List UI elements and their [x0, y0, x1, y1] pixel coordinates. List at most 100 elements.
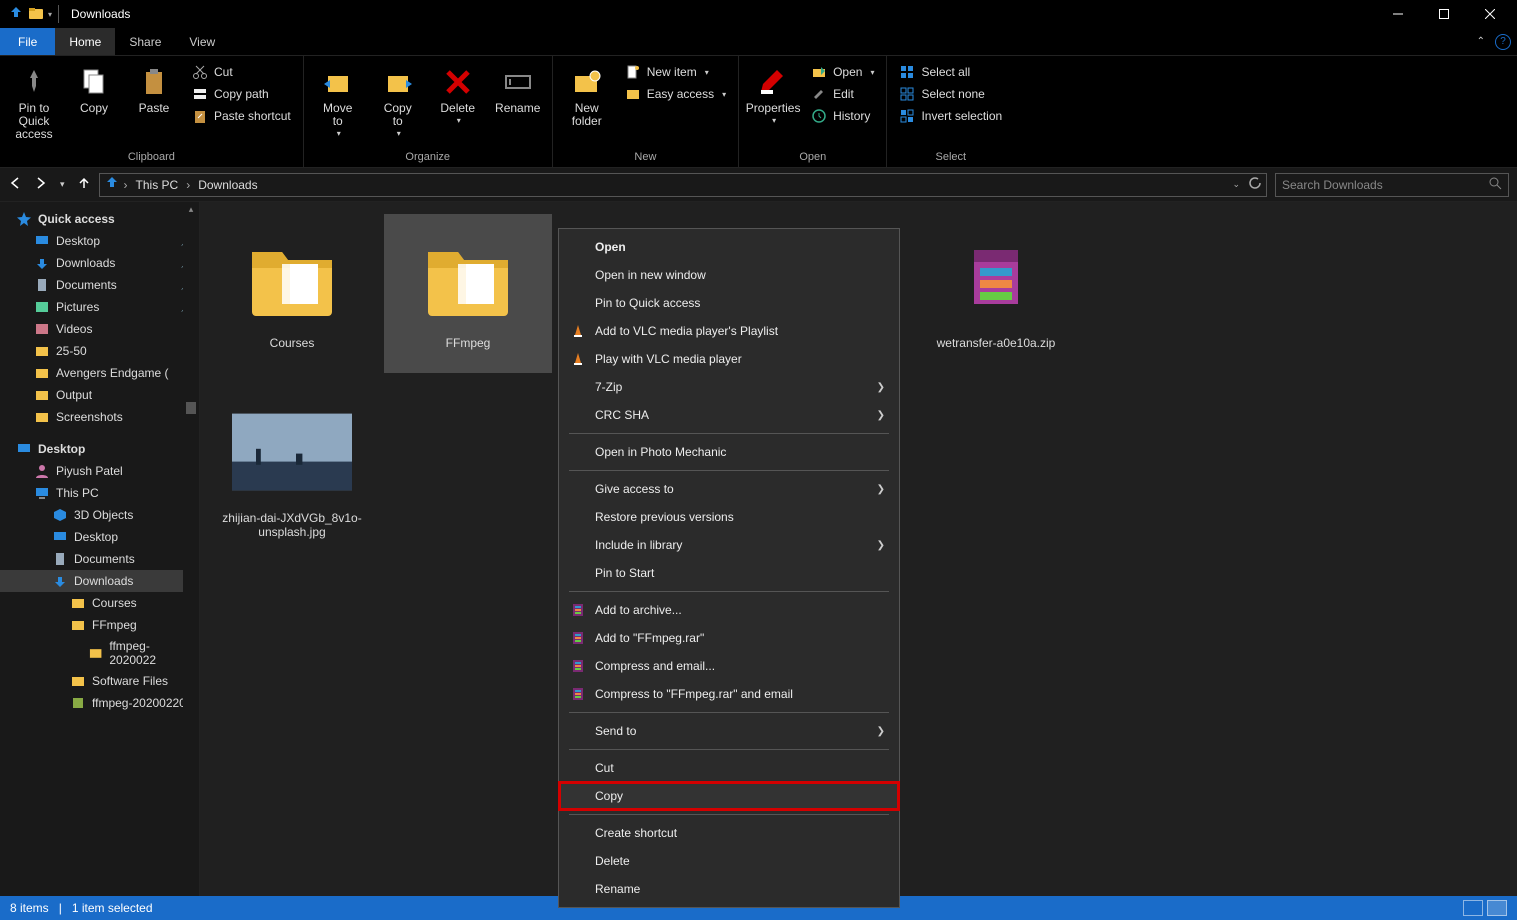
sidebar-desktop3[interactable]: Desktop — [0, 526, 199, 548]
breadcrumb-this-pc[interactable]: This PC — [132, 178, 183, 192]
sidebar-documents[interactable]: Documents📌 — [0, 274, 199, 296]
context-menu-item[interactable]: Rename — [559, 875, 899, 903]
help-icon[interactable]: ? — [1495, 34, 1511, 50]
context-menu-item[interactable]: Include in library❯ — [559, 531, 899, 559]
qat-folder-icon[interactable] — [28, 5, 44, 24]
rename-button[interactable]: Rename — [490, 60, 546, 119]
context-menu-item[interactable]: Add to VLC media player's Playlist — [559, 317, 899, 345]
sidebar-desktop[interactable]: Desktop📌 — [0, 230, 199, 252]
chevron-right-icon[interactable]: › — [124, 178, 128, 192]
sidebar-screenshots[interactable]: Screenshots — [0, 406, 199, 428]
file-item[interactable]: wetransfer-a0e10a.zip — [912, 214, 1080, 373]
context-menu-item[interactable]: Send to❯ — [559, 717, 899, 745]
context-menu-item[interactable]: Pin to Quick access — [559, 289, 899, 317]
copy-to-button[interactable]: Copy to▾ — [370, 60, 426, 143]
context-menu-item[interactable]: Add to "FFmpeg.rar" — [559, 624, 899, 652]
sidebar-software[interactable]: Software Files — [0, 670, 199, 692]
context-menu-item[interactable]: Play with VLC media player — [559, 345, 899, 373]
copy-button[interactable]: Copy — [66, 60, 122, 119]
sidebar-downloads[interactable]: Downloads📌 — [0, 252, 199, 274]
sidebar-ffmpeg-date[interactable]: ffmpeg-2020022 — [0, 636, 199, 670]
address-dropdown-icon[interactable]: ⌄ — [1232, 179, 1240, 190]
close-button[interactable] — [1467, 0, 1513, 28]
context-menu-item[interactable]: Open in new window — [559, 261, 899, 289]
breadcrumb-icon — [104, 175, 120, 194]
scroll-up-icon[interactable]: ▴ — [183, 204, 199, 215]
context-menu-item[interactable]: Copy — [559, 782, 899, 810]
context-menu-item[interactable]: Give access to❯ — [559, 475, 899, 503]
context-menu-item[interactable]: Restore previous versions — [559, 503, 899, 531]
history-button[interactable]: History — [805, 106, 880, 126]
breadcrumb[interactable]: › This PC › Downloads ⌄ — [99, 173, 1267, 197]
context-menu-item[interactable]: Compress and email... — [559, 652, 899, 680]
sidebar-videos[interactable]: Videos — [0, 318, 199, 340]
maximize-button[interactable] — [1421, 0, 1467, 28]
up-button[interactable] — [77, 176, 91, 193]
back-button[interactable] — [8, 176, 22, 193]
sidebar-pictures[interactable]: Pictures📌 — [0, 296, 199, 318]
share-tab[interactable]: Share — [115, 28, 175, 55]
new-folder-button[interactable]: New folder — [559, 60, 615, 132]
recent-locations-button[interactable]: ▾ — [60, 179, 65, 190]
collapse-ribbon-icon[interactable]: ⌃ — [1477, 36, 1485, 47]
edit-button[interactable]: Edit — [805, 84, 880, 104]
sidebar-ffmpeg-cut[interactable]: ffmpeg-20200220 — [0, 692, 199, 714]
open-button[interactable]: Open▾ — [805, 62, 880, 82]
context-menu-item[interactable]: Delete — [559, 847, 899, 875]
file-item[interactable]: FFmpeg — [384, 214, 552, 373]
context-menu-item[interactable]: CRC SHA❯ — [559, 401, 899, 429]
sidebar-scrollbar[interactable]: ▴ — [183, 202, 199, 896]
search-input[interactable]: Search Downloads — [1275, 173, 1509, 197]
sidebar-courses[interactable]: Courses — [0, 592, 199, 614]
sidebar-documents2[interactable]: Documents — [0, 548, 199, 570]
sidebar-3d-objects[interactable]: 3D Objects — [0, 504, 199, 526]
sidebar-downloads2[interactable]: Downloads — [0, 570, 199, 592]
pin-to-quick-access-button[interactable]: Pin to Quick access — [6, 60, 62, 146]
file-item[interactable]: Courses — [208, 214, 376, 373]
context-menu-item[interactable]: Cut — [559, 754, 899, 782]
breadcrumb-downloads[interactable]: Downloads — [194, 178, 261, 192]
context-menu-item[interactable]: Create shortcut — [559, 819, 899, 847]
file-tab[interactable]: File — [0, 28, 55, 55]
software-label: Software Files — [92, 674, 168, 688]
thumbnails-view-button[interactable] — [1487, 900, 1507, 916]
forward-button[interactable] — [34, 176, 48, 193]
home-tab[interactable]: Home — [55, 28, 115, 55]
sidebar-output[interactable]: Output — [0, 384, 199, 406]
paste-button[interactable]: Paste — [126, 60, 182, 119]
sidebar-quick-access[interactable]: Quick access — [0, 208, 199, 230]
context-menu-item[interactable]: Compress to "FFmpeg.rar" and email — [559, 680, 899, 708]
sidebar-desktop-root[interactable]: Desktop — [0, 438, 199, 460]
delete-button[interactable]: Delete▾ — [430, 60, 486, 130]
properties-button[interactable]: Properties▾ — [745, 60, 801, 130]
copy-path-button[interactable]: Copy path — [186, 84, 297, 104]
sidebar-user[interactable]: Piyush Patel — [0, 460, 199, 482]
context-menu-item[interactable]: Add to archive... — [559, 596, 899, 624]
refresh-button[interactable] — [1248, 176, 1262, 193]
context-menu-item[interactable]: Open in Photo Mechanic — [559, 438, 899, 466]
select-all-button[interactable]: Select all — [893, 62, 1008, 82]
sidebar-avengers[interactable]: Avengers Endgame ( — [0, 362, 199, 384]
view-tab[interactable]: View — [175, 28, 229, 55]
context-menu-item[interactable]: 7-Zip❯ — [559, 373, 899, 401]
sidebar-ffmpeg[interactable]: FFmpeg — [0, 614, 199, 636]
qat-chevron-icon[interactable]: ▾ — [48, 10, 52, 19]
move-to-button[interactable]: Move to▾ — [310, 60, 366, 143]
invert-selection-button[interactable]: Invert selection — [893, 106, 1008, 126]
details-view-button[interactable] — [1463, 900, 1483, 916]
minimize-button[interactable] — [1375, 0, 1421, 28]
output-label: Output — [56, 388, 92, 402]
sidebar-25-50[interactable]: 25-50 — [0, 340, 199, 362]
context-menu-item[interactable]: Open — [559, 233, 899, 261]
paste-shortcut-button[interactable]: Paste shortcut — [186, 106, 297, 126]
context-menu-item[interactable]: Pin to Start — [559, 559, 899, 587]
scroll-thumb[interactable] — [186, 402, 196, 414]
chevron-right-icon[interactable]: › — [186, 178, 190, 192]
file-item[interactable]: zhijian-dai-JXdVGb_8v1o-unsplash.jpg — [208, 389, 376, 548]
new-item-button[interactable]: New item▾ — [619, 62, 732, 82]
easy-access-button[interactable]: Easy access▾ — [619, 84, 732, 104]
select-none-button[interactable]: Select none — [893, 84, 1008, 104]
sidebar-this-pc[interactable]: This PC — [0, 482, 199, 504]
cut-button[interactable]: Cut — [186, 62, 297, 82]
properties-icon — [757, 66, 789, 98]
